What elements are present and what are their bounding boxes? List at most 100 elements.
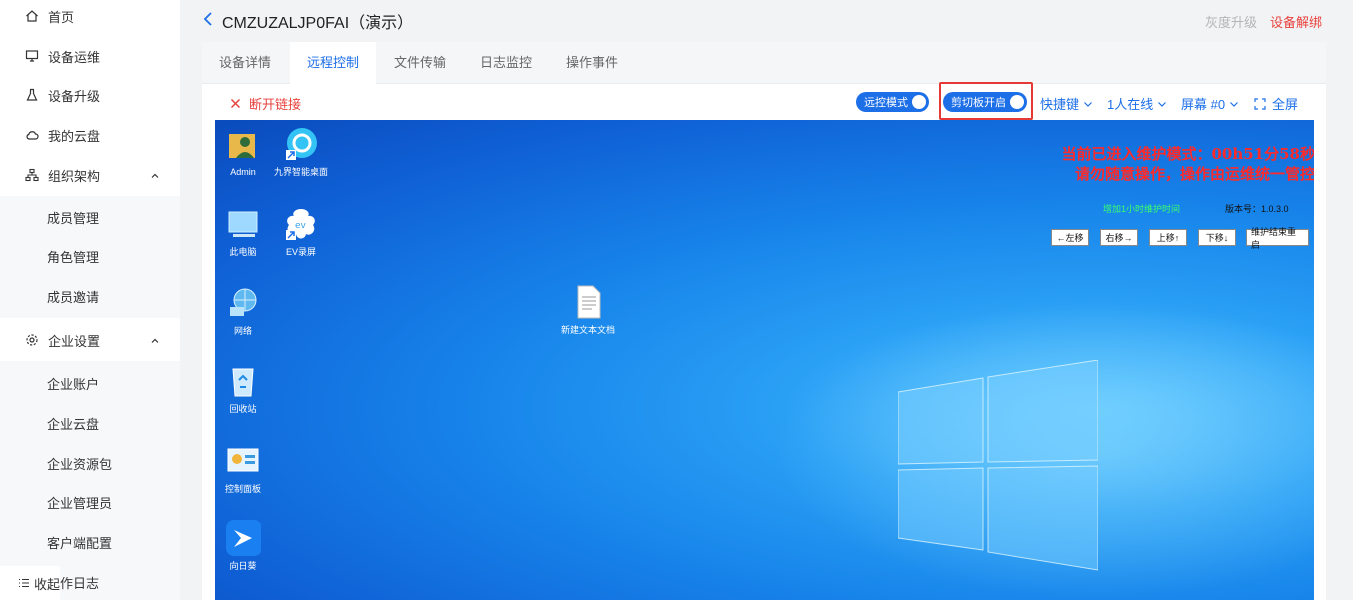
gear-icon xyxy=(24,332,40,348)
sidebar-subitem-admins[interactable]: 企业管理员 xyxy=(0,483,180,521)
tab-operation-events[interactable]: 操作事件 xyxy=(549,42,635,84)
main-card: 设备详情 远程控制 文件传输 日志监控 操作事件 断开链接 远控模式 剪切板开启… xyxy=(202,42,1326,600)
page-header: CMZUZALJP0FAI（演示） 灰度升级 设备解绑 xyxy=(180,0,1353,40)
page-title: CMZUZALJP0FAI（演示） xyxy=(222,15,414,32)
close-icon xyxy=(230,98,241,109)
recycle-bin-icon xyxy=(225,363,261,399)
extend-maintenance-link[interactable]: 增加1小时维护时间 xyxy=(1103,202,1180,215)
online-label: 1人在线 xyxy=(1107,97,1154,112)
desktop-icon-network[interactable]: 网络 xyxy=(215,285,278,337)
sidebar-subitem-invite[interactable]: 成员邀请 xyxy=(0,277,180,315)
clipboard-highlight-box xyxy=(939,82,1033,120)
sidebar-subitem-resource[interactable]: 企业资源包 xyxy=(0,444,180,482)
shortcut-label: 快捷键 xyxy=(1040,97,1080,112)
online-users-menu[interactable]: 1人在线 xyxy=(1107,94,1167,113)
move-down-button[interactable]: 下移↓ xyxy=(1198,229,1236,246)
chevron-down-icon xyxy=(1157,99,1167,109)
desktop-icon-new-text-doc[interactable]: 新建文本文档 xyxy=(553,284,623,336)
disconnect-label: 断开链接 xyxy=(249,97,302,112)
org-submenu: 成员管理 角色管理 成员邀请 xyxy=(0,196,180,318)
enterprise-submenu: 企业账户 企业云盘 企业资源包 企业管理员 客户端配置 操作日志 xyxy=(0,361,180,600)
sidebar-item-my-cloud[interactable]: 我的云盘 xyxy=(0,116,180,154)
sidebar-item-label: 企业设置 xyxy=(48,333,101,349)
desktop-icon-sunlogin[interactable]: 向日葵 xyxy=(215,520,278,572)
sidebar-item-enterprise-settings[interactable]: 企业设置 xyxy=(0,321,180,359)
menu-fold-icon xyxy=(18,577,30,589)
sidebar-subitem-client-config[interactable]: 客户端配置 xyxy=(0,523,180,561)
remote-mode-toggle[interactable]: 远控模式 xyxy=(856,92,929,112)
tab-log-monitor[interactable]: 日志监控 xyxy=(463,42,549,84)
chevron-up-icon xyxy=(150,169,160,184)
remote-toolbar: 断开链接 远控模式 剪切板开启 快捷键 1人在线 屏幕 #0 全屏 xyxy=(202,84,1326,120)
disconnect-button[interactable]: 断开链接 xyxy=(230,94,301,113)
desktop-icon-label: 九界智能桌面 xyxy=(273,167,328,177)
app-circle-icon xyxy=(283,126,319,162)
tab-device-details[interactable]: 设备详情 xyxy=(202,42,288,84)
unbind-device-link[interactable]: 设备解绑 xyxy=(1270,12,1322,31)
desktop-icon-label: EV录屏 xyxy=(285,247,316,257)
screen-label: 屏幕 #0 xyxy=(1181,97,1226,112)
fullscreen-icon xyxy=(1254,97,1266,110)
svg-text:ev: ev xyxy=(295,221,307,231)
sidebar-item-home[interactable]: 首页 xyxy=(0,0,180,35)
windows-logo-wallpaper xyxy=(898,360,1098,571)
sunlogin-icon xyxy=(225,520,262,556)
sidebar-item-label: 我的云盘 xyxy=(48,128,101,144)
desktop-icon-jiujie[interactable]: 九界智能桌面 xyxy=(266,126,336,178)
move-right-button[interactable]: 右移→ xyxy=(1100,229,1138,246)
sidebar-item-device-upgrade[interactable]: 设备升级 xyxy=(0,76,180,114)
desktop-icon-label: 向日葵 xyxy=(229,561,257,571)
move-left-button[interactable]: ←左移 xyxy=(1051,229,1089,246)
sidebar-item-org[interactable]: 组织架构 xyxy=(0,156,180,194)
flask-icon xyxy=(24,87,40,103)
chevron-down-icon xyxy=(1229,99,1239,109)
version-label: 版本号：1.0.3.0 xyxy=(1225,204,1289,214)
text-document-icon xyxy=(570,284,606,320)
tab-file-transfer[interactable]: 文件传输 xyxy=(377,42,463,84)
control-panel-icon xyxy=(225,443,261,479)
ev-recorder-icon: ev xyxy=(283,206,319,242)
maintenance-line-1: 当前已进入维护模式：00h51分58秒 xyxy=(1061,145,1314,163)
remote-mode-label: 远控模式 xyxy=(864,97,908,109)
desktop-icon-ev-recorder[interactable]: ev EV录屏 xyxy=(266,206,336,258)
sidebar-subitem-roles[interactable]: 角色管理 xyxy=(0,237,180,275)
monitor-icon xyxy=(24,48,40,64)
toggle-knob xyxy=(912,95,926,109)
back-arrow-icon[interactable] xyxy=(202,11,214,32)
sidebar-subitem-account[interactable]: 企业账户 xyxy=(0,364,180,402)
collapse-label: 收起 xyxy=(34,576,61,592)
org-chart-icon xyxy=(24,167,40,183)
computer-icon xyxy=(225,206,261,242)
desktop-icon-recycle-bin[interactable]: 回收站 xyxy=(215,363,278,415)
desktop-icon-label: 网络 xyxy=(233,326,252,336)
sidebar-subitem-members[interactable]: 成员管理 xyxy=(0,198,180,236)
desktop-icon-label: Admin xyxy=(230,167,256,177)
tab-bar: 设备详情 远程控制 文件传输 日志监控 操作事件 xyxy=(202,42,1326,84)
desktop-icon-label: 新建文本文档 xyxy=(560,325,615,335)
end-maintenance-button[interactable]: 维护结束重启 xyxy=(1246,227,1309,250)
desktop-icon-control-panel[interactable]: 控制面板 xyxy=(215,443,278,495)
remote-desktop-view[interactable]: Admin 九界智能桌面 此电脑 ev EV录屏 网络 新建文本文档 回收站 控… xyxy=(215,120,1314,600)
cloud-icon xyxy=(24,127,40,143)
user-folder-icon xyxy=(225,126,261,162)
tab-remote-control[interactable]: 远程控制 xyxy=(290,42,376,84)
screen-select-menu[interactable]: 屏幕 #0 xyxy=(1181,94,1239,113)
move-up-button[interactable]: 上移↑ xyxy=(1149,229,1187,246)
fullscreen-label: 全屏 xyxy=(1272,97,1299,112)
shortcut-menu[interactable]: 快捷键 xyxy=(1040,94,1093,113)
sidebar: 首页 设备运维 设备升级 我的云盘 组织架构 成员管理 角色管理 成员邀请 企业… xyxy=(0,0,180,600)
sidebar-item-device-ops[interactable]: 设备运维 xyxy=(0,37,180,75)
maintenance-line-2: 请勿随意操作，操作由运维统一管控 xyxy=(1074,165,1314,183)
network-globe-icon xyxy=(225,285,261,321)
home-icon xyxy=(24,8,40,24)
sidebar-subitem-cloud[interactable]: 企业云盘 xyxy=(0,404,180,442)
gray-upgrade-link[interactable]: 灰度升级 xyxy=(1205,12,1257,31)
chevron-up-icon xyxy=(150,334,160,349)
sidebar-item-label: 设备升级 xyxy=(48,88,101,104)
chevron-down-icon xyxy=(1083,99,1093,109)
desktop-icon-label: 此电脑 xyxy=(229,247,257,257)
desktop-icon-label: 控制面板 xyxy=(224,484,261,494)
fullscreen-button[interactable]: 全屏 xyxy=(1254,94,1298,113)
desktop-icon-label: 回收站 xyxy=(229,404,257,414)
collapse-sidebar-button[interactable]: 收起 xyxy=(0,566,61,600)
